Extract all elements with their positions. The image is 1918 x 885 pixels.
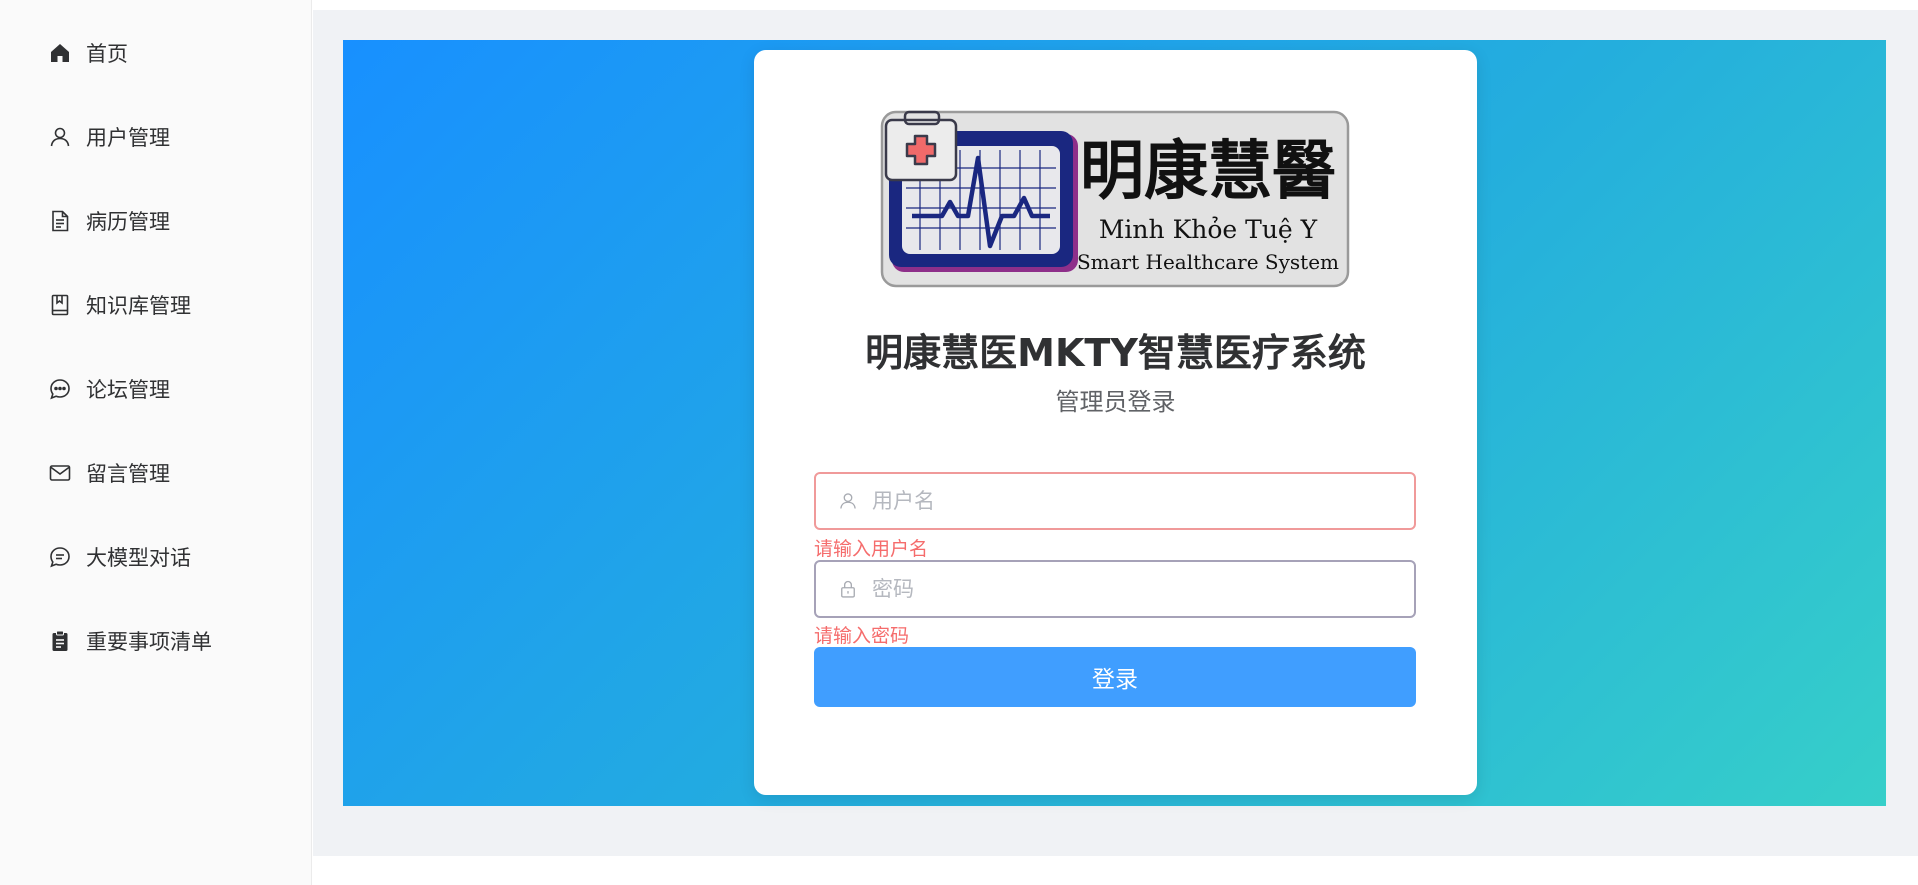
sidebar-item-todo-list[interactable]: 重要事项清单 [48, 621, 212, 661]
user-icon [48, 125, 72, 149]
document-icon [48, 209, 72, 233]
sidebar: 首页 用户管理 病历管理 知识库管理 论坛管理 留言管理 大模型对话 重要事项清… [0, 0, 312, 885]
login-card: 明康慧醫 Minh Khỏe Tuệ Y Smart Healthcare Sy… [754, 50, 1477, 795]
sidebar-item-records[interactable]: 病历管理 [48, 201, 170, 241]
sidebar-item-label: 用户管理 [86, 126, 170, 150]
book-icon [48, 293, 72, 317]
username-field[interactable] [814, 472, 1416, 530]
password-input[interactable] [870, 576, 1394, 602]
sidebar-item-ai-chat[interactable]: 大模型对话 [48, 537, 191, 577]
password-field[interactable] [814, 560, 1416, 618]
sidebar-item-knowledge[interactable]: 知识库管理 [48, 285, 191, 325]
sidebar-item-label: 论坛管理 [86, 378, 170, 402]
home-icon [48, 41, 72, 65]
svg-text:Minh Khỏe Tuệ Y: Minh Khỏe Tuệ Y [1099, 215, 1318, 244]
sidebar-item-label: 重要事项清单 [86, 630, 212, 654]
sidebar-item-label: 首页 [86, 42, 128, 66]
login-button[interactable]: 登录 [814, 647, 1416, 707]
chat-lines-icon [48, 545, 72, 569]
page-title: 明康慧医MKTY智慧医疗系统 [865, 331, 1366, 375]
sidebar-item-forum[interactable]: 论坛管理 [48, 369, 170, 409]
sidebar-item-messages[interactable]: 留言管理 [48, 453, 170, 493]
sidebar-item-users[interactable]: 用户管理 [48, 117, 170, 157]
sidebar-item-label: 大模型对话 [86, 546, 191, 570]
page-subtitle: 管理员登录 [1055, 388, 1176, 416]
clipboard-icon [48, 629, 72, 653]
chat-dots-icon [48, 377, 72, 401]
lock-icon [838, 579, 858, 599]
mail-icon [48, 461, 72, 485]
user-icon [838, 491, 858, 511]
sidebar-item-home[interactable]: 首页 [48, 33, 128, 73]
password-error: 请输入密码 [814, 625, 910, 647]
sidebar-item-label: 留言管理 [86, 462, 170, 486]
sidebar-item-label: 知识库管理 [86, 294, 191, 318]
username-input[interactable] [870, 488, 1394, 514]
app-logo: 明康慧醫 Minh Khỏe Tuệ Y Smart Healthcare Sy… [880, 110, 1350, 288]
svg-text:Smart Healthcare System: Smart Healthcare System [1077, 250, 1339, 274]
svg-text:明康慧醫: 明康慧醫 [1080, 134, 1336, 209]
username-error: 请输入用户名 [814, 538, 929, 560]
sidebar-item-label: 病历管理 [86, 210, 170, 234]
